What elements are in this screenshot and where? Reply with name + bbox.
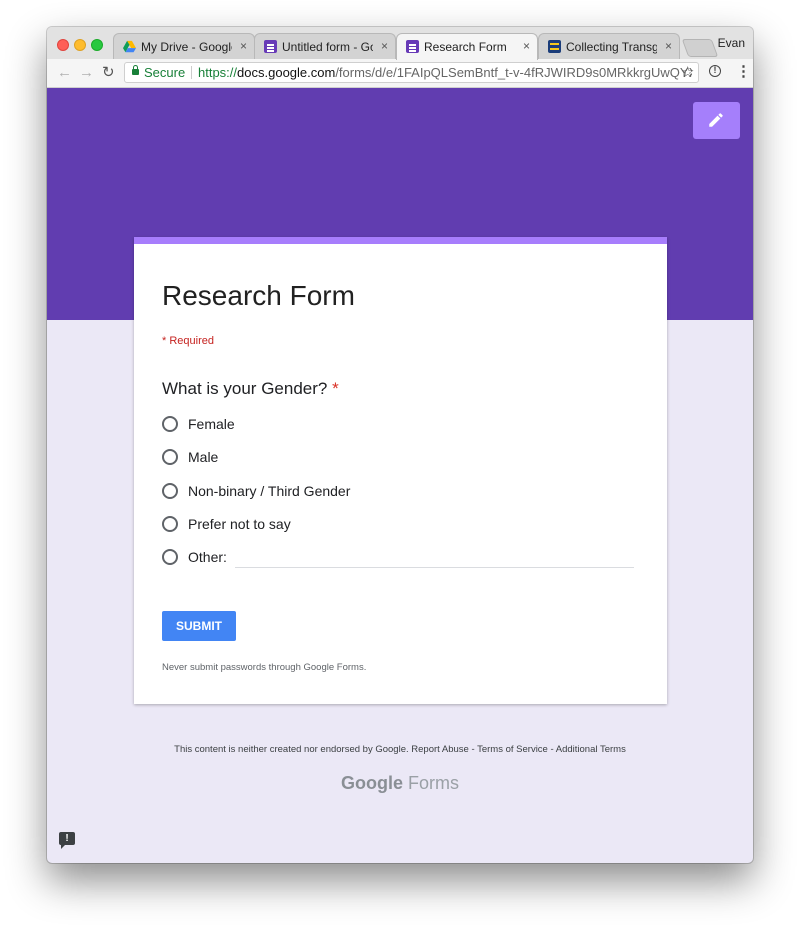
maximize-window-button[interactable]: [91, 39, 103, 51]
report-feedback-icon[interactable]: !: [59, 832, 75, 849]
required-asterisk: *: [332, 379, 339, 398]
pencil-icon: [709, 113, 723, 127]
secure-label: Secure: [144, 65, 186, 80]
option-label: Other:: [188, 549, 227, 565]
close-window-button[interactable]: [57, 39, 69, 51]
tab-close-icon[interactable]: ×: [381, 39, 388, 53]
tab-close-icon[interactable]: ×: [240, 39, 247, 53]
google-drive-icon: [123, 40, 136, 53]
option-label: Prefer not to say: [188, 516, 291, 532]
tab-my-drive[interactable]: My Drive - Google D ×: [113, 33, 255, 59]
tab-title: My Drive - Google D: [141, 40, 232, 54]
question-text: What is your Gender?: [162, 379, 328, 398]
tab-strip: My Drive - Google D × Untitled form - Go…: [47, 27, 753, 60]
option-label: Non-binary / Third Gender: [188, 483, 351, 499]
bookmark-star-icon[interactable]: ☆: [681, 63, 694, 81]
question-gender: What is your Gender? *: [162, 379, 339, 399]
tab-close-icon[interactable]: ×: [523, 39, 530, 53]
url-scheme: https://: [198, 65, 238, 80]
radio-button[interactable]: [162, 449, 178, 465]
forward-arrow-icon[interactable]: →: [79, 64, 94, 81]
browser-window: My Drive - Google D × Untitled form - Go…: [47, 27, 753, 863]
form-title: Research Form: [162, 280, 355, 311]
address-bar[interactable]: Secure https://docs.google.com/forms/d/e…: [124, 62, 699, 83]
option-label: Female: [188, 416, 235, 432]
google-forms-icon: [264, 40, 277, 53]
tab-title: Collecting Transgend: [566, 40, 657, 54]
divider: [191, 66, 192, 79]
tab-title: Research Form: [424, 40, 507, 54]
profile-name[interactable]: Evan: [718, 36, 745, 50]
tab-close-icon[interactable]: ×: [665, 39, 672, 53]
google-forms-logo: Google Forms: [47, 773, 753, 794]
window-controls: [57, 38, 108, 56]
option-label: Male: [188, 449, 219, 465]
brand-google: Google: [340, 773, 403, 793]
url-text: https://docs.google.com/forms/d/e/1FAIpQ…: [198, 65, 692, 80]
tab-research-form[interactable]: Research Form ×: [396, 33, 538, 60]
password-warning: Never submit passwords through Google Fo…: [162, 662, 367, 673]
footer-disclaimer: This content is neither created nor endo…: [174, 744, 626, 755]
tab-title: Untitled form - Goog: [282, 40, 373, 54]
other-text-input[interactable]: [235, 567, 634, 568]
lock-icon: [132, 65, 139, 75]
brand-forms: Forms: [408, 773, 459, 793]
tab-untitled-form[interactable]: Untitled form - Goog ×: [254, 33, 396, 59]
radio-button[interactable]: [162, 516, 178, 532]
minimize-window-button[interactable]: [74, 39, 86, 51]
tab-collecting-transgender[interactable]: Collecting Transgend ×: [538, 33, 680, 59]
back-arrow-icon[interactable]: ←: [57, 64, 72, 81]
browser-toolbar: ← → ↻ Secure https://docs.google.com/for…: [47, 59, 753, 88]
new-tab-button[interactable]: [681, 39, 719, 57]
form-card: Research Form * Required What is your Ge…: [134, 237, 667, 704]
url-path: /forms/d/e/1FAIpQLSemBntf_t-v-4fRJWIRD9s…: [335, 65, 692, 80]
extension-info-icon[interactable]: !: [709, 65, 721, 77]
browser-menu-icon[interactable]: ⋮: [736, 62, 751, 80]
google-forms-icon: [406, 40, 419, 53]
hrc-icon: [548, 40, 561, 53]
required-note: * Required: [162, 335, 214, 347]
option-other[interactable]: Other:: [162, 548, 642, 568]
url-host: docs.google.com: [237, 65, 336, 80]
reload-icon[interactable]: ↻: [102, 63, 115, 81]
radio-button[interactable]: [162, 549, 178, 565]
submit-button[interactable]: SUBMIT: [162, 611, 236, 641]
radio-button[interactable]: [162, 483, 178, 499]
edit-form-button[interactable]: [693, 102, 740, 139]
radio-button[interactable]: [162, 416, 178, 432]
